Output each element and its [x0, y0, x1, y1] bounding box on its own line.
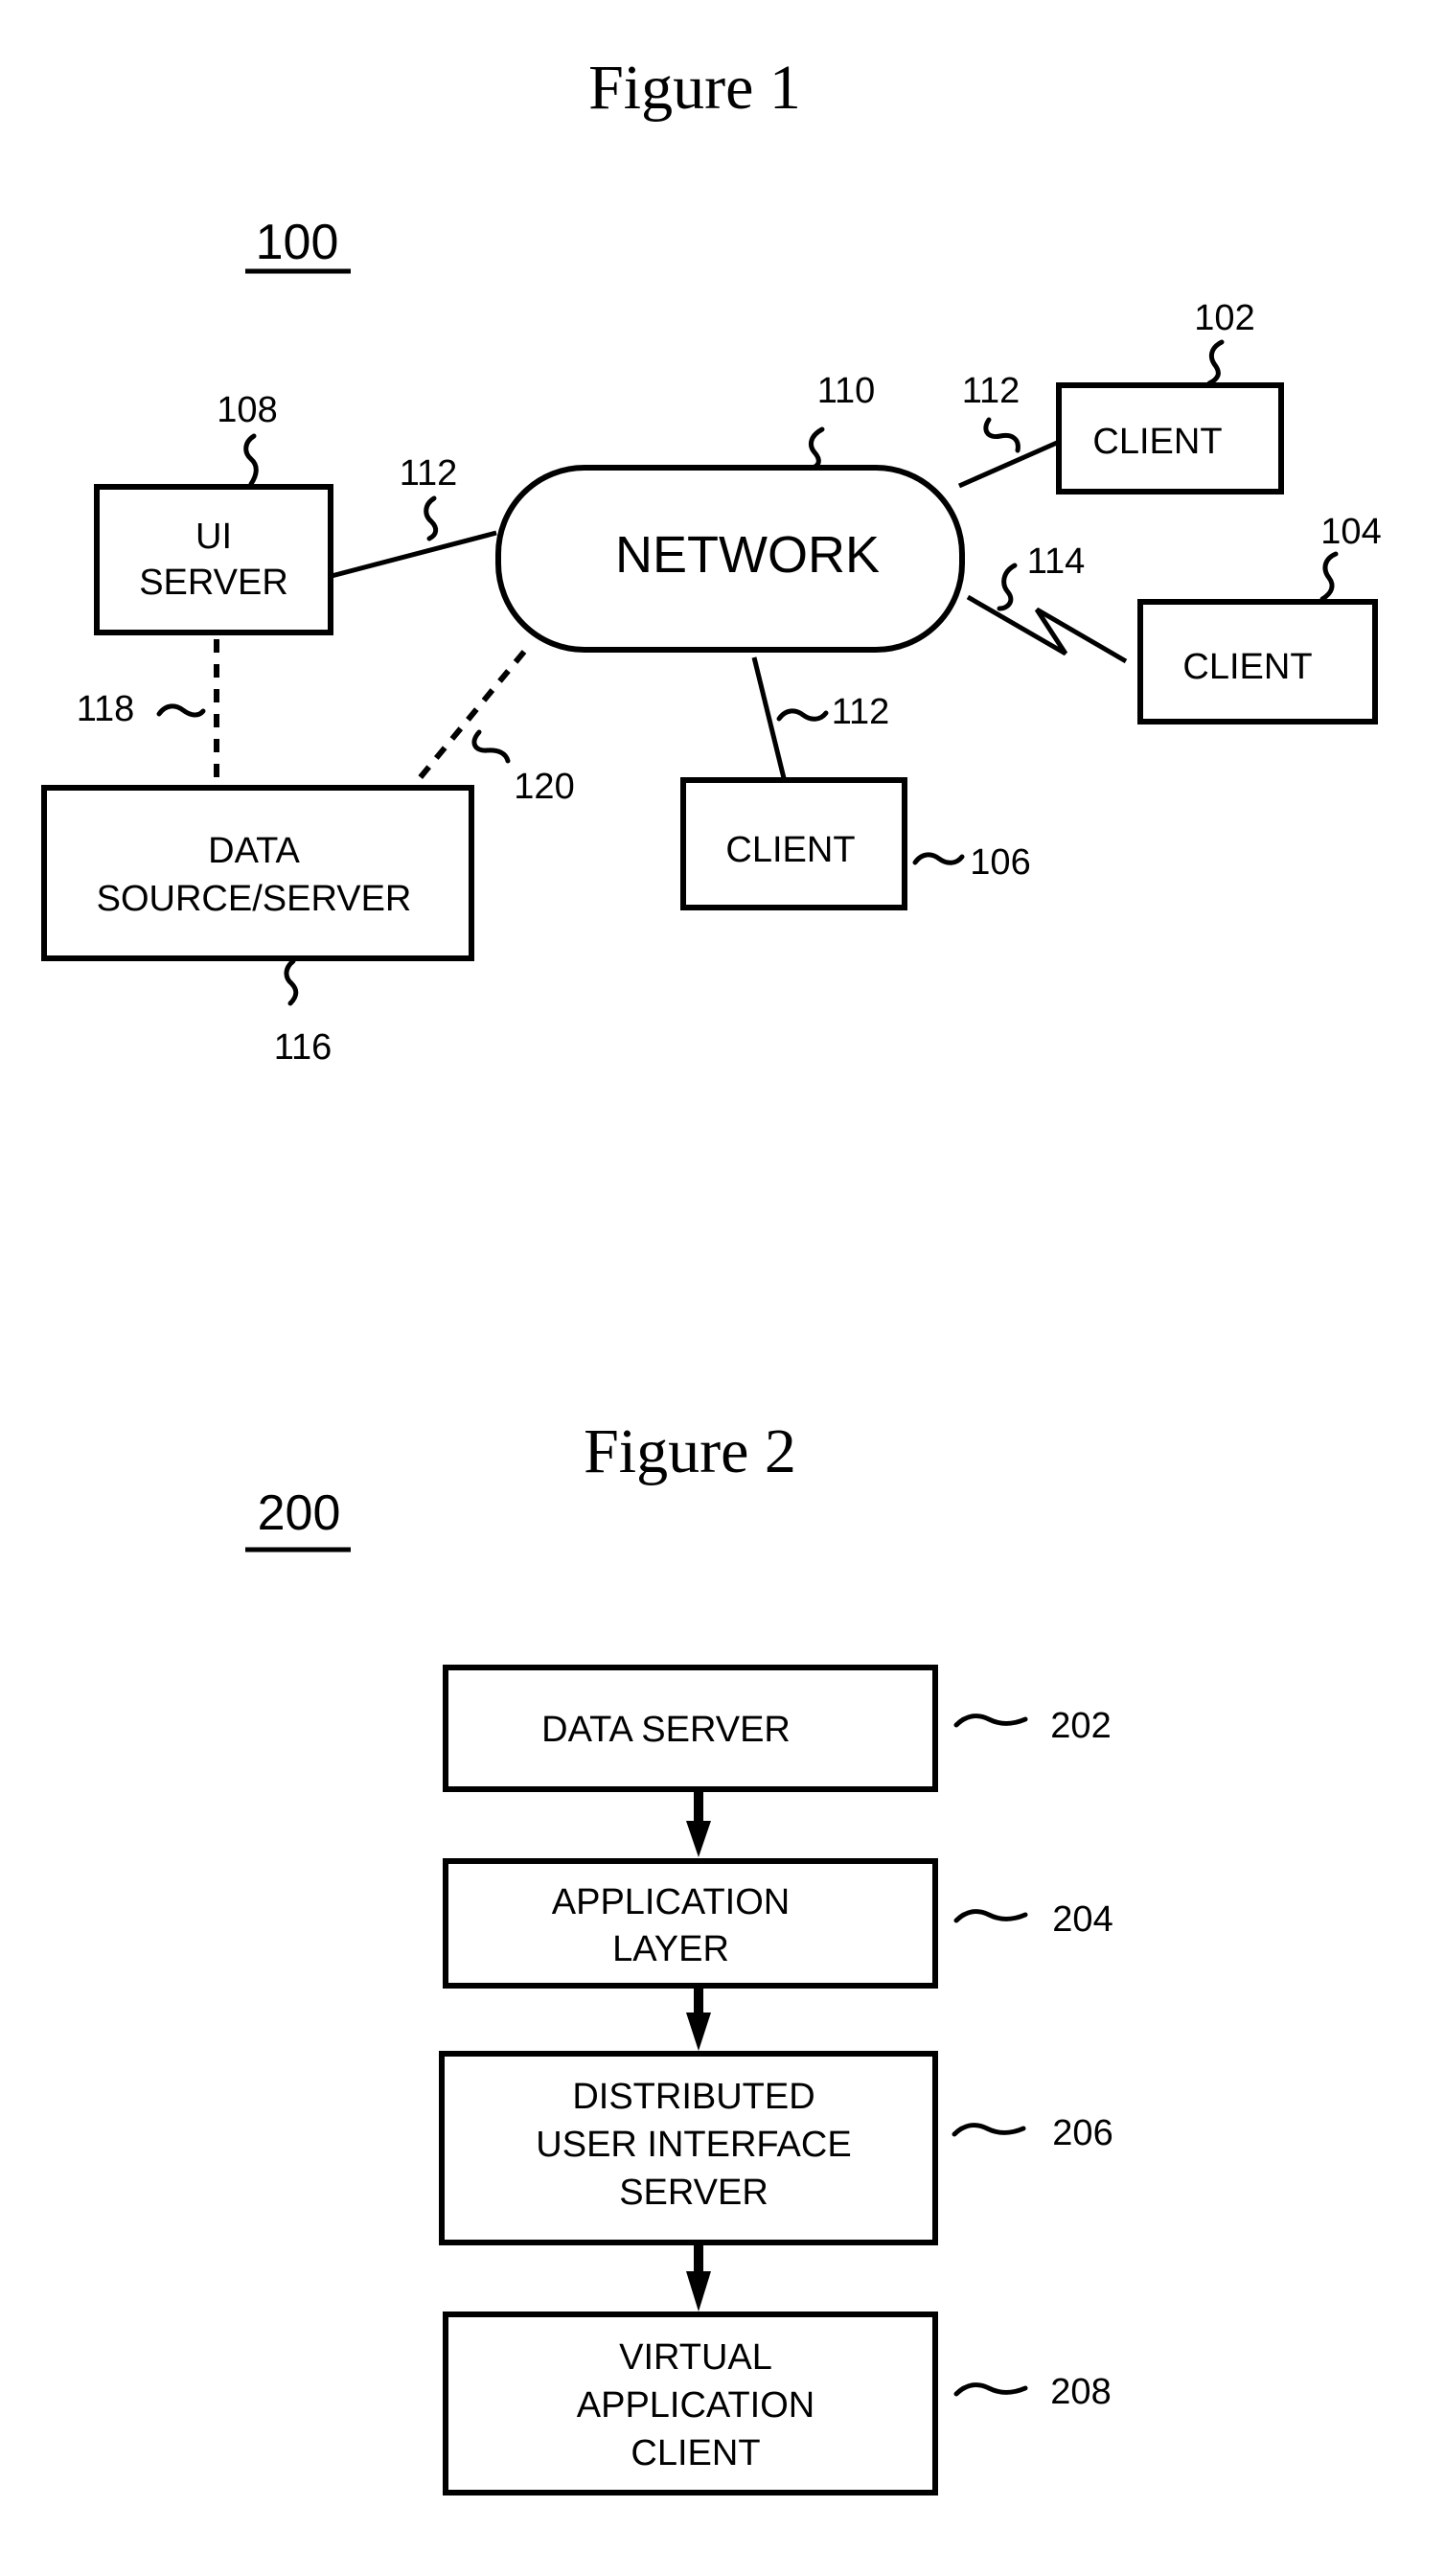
virtual-application-client-label-line-1: VIRTUAL	[619, 2337, 772, 2378]
data-source-server-node	[41, 785, 474, 961]
virtual-application-client-label-line-3: CLIENT	[631, 2433, 760, 2473]
client-102-leader-squiggle	[1206, 339, 1225, 386]
dashed-link-ref-118-squiggle	[156, 703, 206, 718]
figure-2: Figure 2 200 DATA SERVER 202 APPLICATION…	[245, 1416, 1113, 2496]
application-layer-ref: 204	[1052, 1899, 1112, 1940]
network-label: NETWORK	[615, 526, 880, 584]
distributed-ui-server-label-line-2: USER INTERFACE	[536, 2125, 851, 2165]
figure-2-number: 200	[258, 1485, 341, 1541]
distributed-ui-server-label-line-1: DISTRIBUTED	[572, 2077, 814, 2117]
data-source-leader-squiggle	[284, 958, 299, 1006]
ui-server-node	[94, 484, 333, 635]
virtual-application-client-ref: 208	[1050, 2372, 1111, 2412]
ui-server-label-line-1: UI	[195, 517, 232, 557]
link-ui-server-network	[331, 530, 497, 579]
figure-2-title: Figure 2	[584, 1416, 796, 1486]
data-server-block-label: DATA SERVER	[541, 1710, 791, 1750]
client-102-ref: 102	[1194, 298, 1254, 338]
figure-1-number: 100	[256, 215, 339, 270]
data-server-ref: 202	[1050, 1706, 1111, 1746]
virtual-application-client-label-line-2: APPLICATION	[577, 2385, 814, 2426]
application-layer-label-line-1: APPLICATION	[552, 1882, 790, 1922]
dashed-link-ref-118: 118	[77, 689, 135, 729]
link-ref-112-left-squiggle	[424, 495, 439, 541]
dashed-link-ref-120-squiggle	[471, 729, 511, 764]
dashed-link-network-data-source	[412, 650, 527, 786]
client-104-label: CLIENT	[1182, 647, 1312, 687]
link-ref-112-bottom: 112	[832, 692, 890, 732]
link-network-client-102	[957, 440, 1059, 489]
flow-arrow-2	[686, 1988, 711, 2051]
distributed-ui-server-label-line-3: SERVER	[619, 2173, 768, 2213]
wireless-ref-squiggle	[997, 563, 1018, 611]
distributed-ui-server-ref: 206	[1052, 2113, 1112, 2153]
patent-drawing: Figure 1 100 NETWORK 110 UI SERVER 108 1…	[41, 53, 1382, 2496]
wireless-link-network-client-104	[966, 594, 1128, 664]
application-layer-label-line-2: LAYER	[612, 1929, 729, 1969]
client-106-label: CLIENT	[725, 830, 855, 870]
figure-1-title: Figure 1	[588, 53, 801, 123]
data-source-label-line-2: SOURCE/SERVER	[97, 879, 412, 919]
client-104-leader-squiggle	[1319, 551, 1339, 602]
link-ref-112-left: 112	[400, 453, 458, 494]
client-106-leader-squiggle	[912, 852, 965, 865]
figure-1: Figure 1 100 NETWORK 110 UI SERVER 108 1…	[41, 53, 1382, 1068]
data-source-ref: 116	[274, 1027, 333, 1068]
virtual-application-client-leader-squiggle	[953, 2382, 1028, 2397]
flow-arrow-3	[686, 2244, 711, 2312]
link-ref-112-top: 112	[962, 371, 1021, 411]
link-ref-112-top-squiggle	[983, 417, 1021, 453]
client-106-ref: 106	[970, 842, 1030, 883]
link-ref-112-bottom-squiggle	[776, 708, 829, 722]
data-source-label-line-1: DATA	[208, 831, 300, 871]
flow-arrow-1	[686, 1791, 711, 1857]
client-102-label: CLIENT	[1092, 422, 1222, 462]
ui-server-label-line-2: SERVER	[139, 563, 288, 603]
ui-server-ref: 108	[217, 390, 277, 430]
dashed-link-ref-120: 120	[514, 767, 574, 807]
wireless-ref: 114	[1027, 541, 1086, 582]
distributed-ui-server-leader-squiggle	[952, 2123, 1026, 2137]
client-104-ref: 104	[1320, 512, 1381, 552]
application-layer-leader-squiggle	[953, 1909, 1028, 1923]
ui-server-leader-squiggle	[243, 433, 259, 487]
network-ref: 110	[817, 371, 876, 411]
network-leader-squiggle	[808, 426, 825, 471]
data-server-leader-squiggle	[953, 1714, 1028, 1728]
